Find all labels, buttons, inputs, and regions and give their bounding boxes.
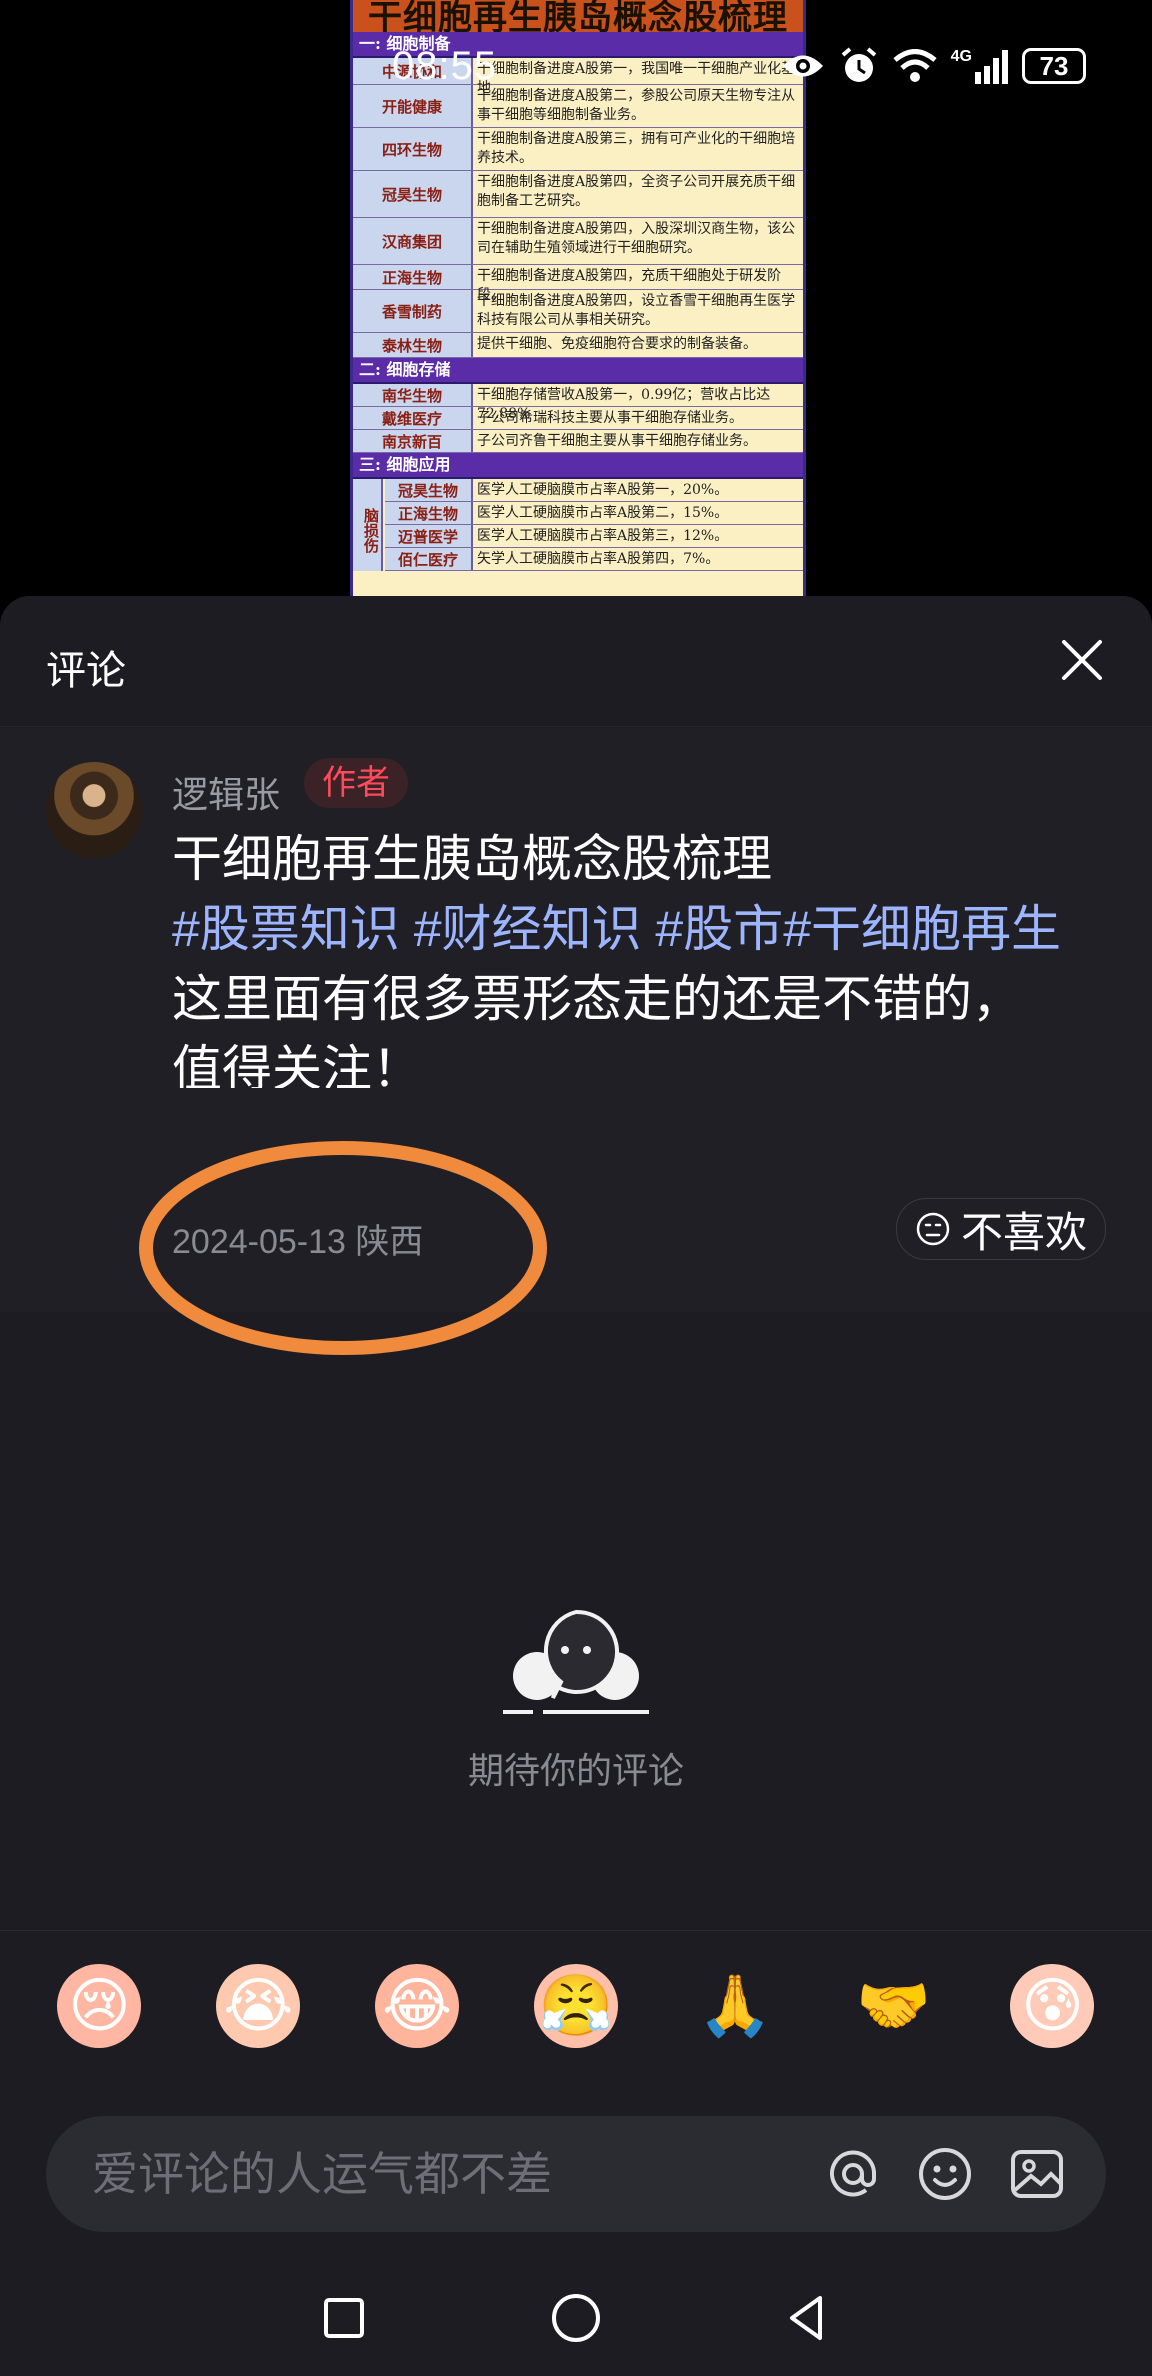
battery-indicator: 73 (1022, 48, 1086, 84)
home-icon[interactable] (549, 2291, 603, 2345)
stock-desc: 医学人工硬脑膜市占率A股第二，15%。 (477, 505, 729, 521)
image-row: 佰仁医疗 矢学人工硬脑膜市占率A股第四，7%。 (385, 548, 803, 571)
emoji-icon[interactable] (912, 2141, 978, 2207)
stock-name: 南京新百 (353, 430, 473, 452)
image-row: 正海生物 医学人工硬脑膜市占率A股第二，15%。 (385, 502, 803, 525)
image-row: 香雪制药 干细胞制备进度A股第四，设立香雪干细胞再生医学科技有限公司从事相关研究。 (353, 290, 803, 333)
image-picker-icon[interactable] (1004, 2141, 1070, 2207)
comment-input-bar (46, 2116, 1106, 2232)
stock-desc: 提供干细胞、免疫细胞符合要求的制备装备。 (477, 336, 757, 352)
image-row: 迈普医学 医学人工硬脑膜市占率A股第三，12%。 (385, 525, 803, 548)
image-section-header: 三: 细胞应用 (353, 453, 803, 479)
image-row: 泰林生物 提供干细胞、免疫细胞符合要求的制备装备。 (353, 333, 803, 358)
tears-emoji-icon[interactable]: 😂 (375, 1963, 460, 2048)
panel-title: 评论 (46, 649, 126, 693)
close-icon[interactable] (1058, 636, 1106, 684)
image-row: 冠昊生物 医学人工硬脑膜市占率A股第一，20%。 (385, 479, 803, 502)
sobbing-emoji-icon[interactable]: 😭 (216, 1963, 301, 2048)
image-row: 南京新百 子公司齐鲁干细胞主要从事干细胞存储业务。 (353, 430, 803, 453)
empty-comments: 期待你的评论 (0, 1606, 1152, 1794)
neutral-face-icon (916, 1212, 950, 1246)
panel-header: 评论 (0, 596, 1152, 727)
image-row: 戴维医疗 子公司希瑞科技主要从事干细胞存储业务。 (353, 407, 803, 430)
mention-icon[interactable] (820, 2141, 886, 2207)
avatar[interactable] (46, 762, 142, 858)
side-label: 脑损伤 (353, 479, 383, 571)
stock-desc: 子公司齐鲁干细胞主要从事干细胞存储业务。 (477, 433, 757, 449)
speech-bubble-icon (503, 1609, 649, 1714)
crying-emoji-icon[interactable]: 😢 (57, 1963, 142, 2048)
stock-desc: 干细胞制备进度A股第一，我国唯一干细胞产业化基地 (477, 61, 796, 96)
stock-desc: 干细胞制备进度A股第四，全资子公司开展充质干细胞制备工艺研究。 (477, 174, 796, 209)
image-row: 开能健康 干细胞制备进度A股第二，参股公司原天生物专注从事干细胞等细胞制备业务。 (353, 85, 803, 128)
comment-input[interactable] (46, 2146, 820, 2202)
comment-text: 干细胞再生胰岛概念股梳理 #股票知识 #财经知识 #股市#干细胞再生 这里面有很… (172, 824, 1092, 1088)
stock-desc: 医学人工硬脑膜市占率A股第一，20%。 (477, 482, 729, 498)
comment-line: 这里面有很多票形态走的还是不错的， (172, 971, 1022, 1027)
stock-name: 泰林生物 (353, 333, 473, 357)
stock-desc: 干细胞制备进度A股第四，入股深圳汉商生物，该公司在辅助生殖领域进行干细胞研究。 (477, 221, 796, 256)
back-icon[interactable] (784, 2294, 832, 2342)
stock-name: 南华生物 (353, 384, 473, 406)
comment-line: 值得关注！ (172, 1041, 422, 1088)
stock-name: 正海生物 (385, 502, 473, 524)
network-type: 4G (950, 48, 972, 65)
highlight-annotation (139, 1141, 547, 1355)
pray-emoji-icon[interactable]: 🙏 (693, 1964, 777, 2048)
post-image[interactable]: 干细胞再生胰岛概念股梳理 一: 细胞制备 中源协和 干细胞制备进度A股第一，我国唯… (350, 0, 806, 596)
status-icons: 4G 73 (781, 44, 1086, 88)
stock-name: 汉商集团 (353, 218, 473, 264)
stock-name: 迈普医学 (385, 525, 473, 547)
image-title: 干细胞再生胰岛概念股梳理 (353, 0, 803, 32)
stock-desc: 干细胞存储营收A股第一，0.99亿；营收占比达72.88% (477, 387, 771, 422)
comment-panel: 评论 逻辑张 作者 干细胞再生胰岛概念股梳理 #股票知识 #财经知识 #股市#干… (0, 596, 1152, 2260)
image-section-header: 二: 细胞存储 (353, 358, 803, 384)
dislike-label: 不喜欢 (960, 1208, 1087, 1256)
stock-desc: 干细胞制备进度A股第二，参股公司原天生物专注从事干细胞等细胞制备业务。 (477, 88, 796, 123)
stock-name: 香雪制药 (353, 290, 473, 332)
status-time: 08:55 (392, 44, 498, 88)
eye-icon (782, 55, 823, 77)
stock-desc: 子公司希瑞科技主要从事干细胞存储业务。 (477, 410, 743, 426)
recents-icon[interactable] (320, 2294, 368, 2342)
angry-emoji-icon[interactable]: 😤 (533, 1963, 618, 2048)
stock-name: 戴维医疗 (353, 407, 473, 429)
signal-4g: 4G (951, 48, 1008, 84)
stock-desc: 矢学人工硬脑膜市占率A股第四，7%。 (477, 551, 720, 567)
stock-name: 冠昊生物 (385, 479, 473, 501)
dislike-button[interactable]: 不喜欢 (895, 1198, 1106, 1260)
handshake-emoji-icon[interactable]: 🤝 (852, 1964, 936, 2048)
image-row: 冠昊生物 干细胞制备进度A股第四，全资子公司开展充质干细胞制备工艺研究。 (353, 171, 803, 218)
stock-name: 开能健康 (353, 85, 473, 127)
image-subtable: 脑损伤 冠昊生物 医学人工硬脑膜市占率A股第一，20%。 正海生物 医学人工硬脑膜市… (353, 479, 803, 571)
comment-hashtags[interactable]: #股票知识 #财经知识 #股市#干细胞再生 (172, 894, 1092, 964)
stock-desc: 干细胞制备进度A股第四，充质干细胞处于研发阶段。 (477, 268, 782, 303)
image-row: 四环生物 干细胞制备进度A股第三，拥有可产业化的干细胞培养技术。 (353, 128, 803, 171)
nervous-emoji-icon[interactable]: 😰 (1010, 1963, 1095, 2048)
stock-desc: 干细胞制备进度A股第四，设立香雪干细胞再生医学科技有限公司从事相关研究。 (477, 293, 796, 328)
stock-name: 四环生物 (353, 128, 473, 170)
system-nav-bar (0, 2260, 1152, 2376)
author-badge: 作者 (304, 758, 408, 808)
stock-desc: 干细胞制备进度A股第三，拥有可产业化的干细胞培养技术。 (477, 131, 796, 166)
image-row: 正海生物 干细胞制备进度A股第四，充质干细胞处于研发阶段。 (353, 265, 803, 303)
stock-name: 佰仁医疗 (385, 548, 473, 570)
quick-emoji-row: 😢 😭 😂 😤 🙏 🤝 😰 (0, 1930, 1152, 2080)
stock-name: 正海生物 (353, 265, 473, 289)
alarm-icon (841, 47, 876, 82)
author-name[interactable]: 逻辑张 (172, 766, 280, 818)
empty-text: 期待你的评论 (467, 1750, 684, 1791)
comment-line: 干细胞再生胰岛概念股梳理 (172, 831, 772, 887)
image-row: 汉商集团 干细胞制备进度A股第四，入股深圳汉商生物，该公司在辅助生殖领域进行干细胞… (353, 218, 803, 265)
wifi-icon (893, 49, 937, 82)
stock-name: 冠昊生物 (353, 171, 473, 217)
stock-desc: 医学人工硬脑膜市占率A股第三，12%。 (477, 528, 729, 544)
image-row: 南华生物 干细胞存储营收A股第一，0.99亿；营收占比达72.88% (353, 384, 803, 422)
